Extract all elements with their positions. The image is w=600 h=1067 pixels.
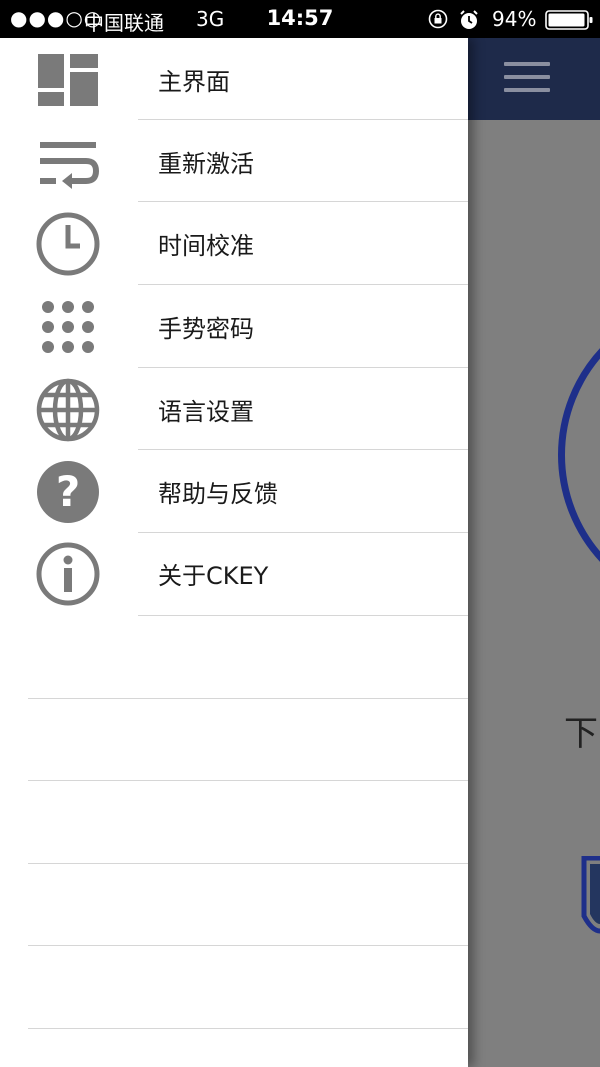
menu-divider [138, 615, 468, 616]
menu-item-label: 时间校准 [158, 232, 254, 260]
menu-item-label: 主界面 [158, 68, 230, 96]
menu-item-gesture-password[interactable]: 手势密码 [0, 285, 468, 367]
menu-item-time-calibration[interactable]: 时间校准 [0, 202, 468, 284]
menu-item-label: 重新激活 [158, 150, 254, 178]
menu-item-about[interactable]: 关于CKEY [0, 532, 468, 614]
battery-icon [545, 10, 593, 30]
menu-item-reactivate[interactable]: 重新激活 [0, 120, 468, 202]
side-drawer: 主界面 重新激活 时间校准 手势密码 语言设置 ? 帮助与反馈 关于CKEY [0, 38, 468, 1067]
status-bar: ●●●○○ 中国联通 3G 14:57 94% [0, 0, 600, 38]
main-app-overlay[interactable]: 下 [468, 38, 600, 1067]
battery-percent: 94% [492, 7, 537, 31]
info-icon [36, 542, 100, 606]
menu-divider [138, 449, 468, 450]
menu-divider [28, 1028, 468, 1029]
menu-item-home[interactable]: 主界面 [0, 38, 468, 120]
menu-divider [28, 780, 468, 781]
menu-divider [138, 201, 468, 202]
menu-divider [28, 698, 468, 699]
alarm-icon [460, 10, 478, 29]
globe-icon [36, 378, 100, 442]
menu-item-label: 帮助与反馈 [158, 480, 278, 508]
wrap-return-icon [40, 142, 100, 189]
rotation-lock-icon [428, 9, 448, 29]
menu-divider [138, 532, 468, 533]
help-icon: ? [37, 461, 99, 523]
status-circle [558, 298, 600, 612]
menu-item-label: 手势密码 [158, 315, 254, 343]
shield-icon [581, 856, 600, 934]
menu-divider [28, 945, 468, 946]
app-header [468, 38, 600, 120]
menu-item-language-settings[interactable]: 语言设置 [0, 368, 468, 450]
menu-divider [138, 284, 468, 285]
menu-hamburger-icon[interactable] [504, 62, 550, 96]
gesture-grid-icon [42, 301, 94, 353]
menu-divider [138, 367, 468, 368]
dashboard-icon [38, 54, 98, 106]
menu-item-label: 关于CKEY [158, 562, 269, 590]
partial-label: 下 [564, 714, 598, 754]
clock-icon [36, 212, 100, 276]
menu-divider [28, 863, 468, 864]
menu-item-label: 语言设置 [158, 398, 254, 426]
svg-text:?: ? [56, 467, 80, 516]
menu-item-help-feedback[interactable]: ? 帮助与反馈 [0, 450, 468, 532]
menu-divider [138, 119, 468, 120]
